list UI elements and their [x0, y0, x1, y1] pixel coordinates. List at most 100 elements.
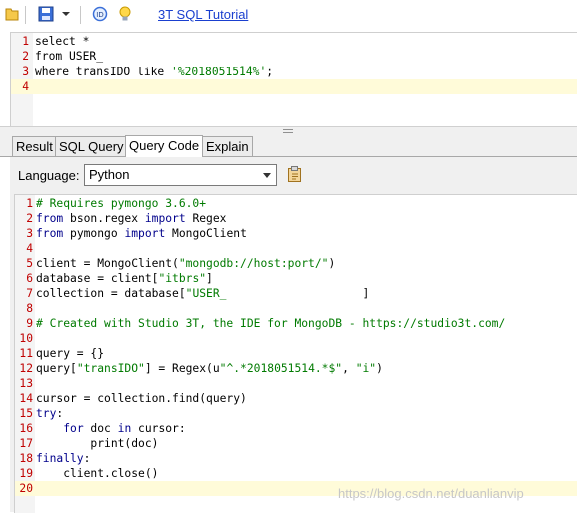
code-line: 8 [15, 301, 577, 316]
code-line: 3 where transIDO like '%2018051514%'; [11, 64, 577, 79]
code-token: from USER_ [35, 50, 104, 63]
language-select[interactable]: Python [84, 164, 277, 186]
line-number: 17 [19, 437, 33, 450]
lightbulb-icon[interactable] [117, 6, 133, 22]
toolbar-separator [80, 6, 81, 24]
code-line: 11 query = {} [15, 346, 577, 361]
line-text: cursor = collection.find(query) [36, 391, 247, 406]
line-number: 2 [26, 212, 33, 225]
line-number: 3 [22, 65, 29, 78]
code-line: 12 query["transIDO"] = Regex(u"^.*2018051… [15, 361, 577, 376]
copy-to-clipboard-icon[interactable] [287, 166, 303, 183]
line-number: 4 [26, 242, 33, 255]
tab-result[interactable]: Result [12, 136, 57, 156]
line-text: print(doc) [36, 436, 158, 451]
sql-tutorial-link[interactable]: 3T SQL Tutorial [158, 7, 248, 22]
code-line: 3 from pymongo import MongoClient [15, 226, 577, 241]
code-token: ] [362, 287, 370, 300]
line-number: 11 [19, 347, 33, 360]
code-token: "transIDO" [76, 362, 145, 375]
code-token: print(doc) [36, 437, 159, 450]
line-text: try: [36, 406, 63, 421]
code-token: "USER_ [185, 287, 227, 300]
line-number: 1 [26, 197, 33, 210]
code-token: "mongodb://host:port/" [178, 257, 329, 270]
code-token: in [117, 422, 132, 435]
code-line: 9 # Created with Studio 3T, the IDE for M… [15, 316, 577, 331]
redaction-blur [230, 284, 360, 298]
chevron-down-icon[interactable] [58, 6, 74, 22]
code-token: collection = database[ [36, 287, 186, 300]
line-number: 10 [19, 332, 33, 345]
code-token: # Created with Studio 3T, the IDE for Mo… [36, 317, 506, 330]
line-text: database = client["itbrs"] [36, 271, 213, 286]
code-line: 1 # Requires pymongo 3.6.0+ [15, 196, 577, 211]
code-token: "^.*2018051514.*$" [219, 362, 343, 375]
code-token: : [56, 407, 64, 420]
code-token: try [36, 407, 57, 420]
code-token: import [124, 227, 166, 240]
code-line: 2 from bson.regex import Regex [15, 211, 577, 226]
code-line: 16 for doc in cursor: [15, 421, 577, 436]
line-number: 14 [19, 392, 33, 405]
splitter-grip[interactable] [283, 129, 293, 133]
tab-sql-query[interactable]: SQL Query [55, 136, 128, 156]
code-token: finally [36, 452, 84, 465]
line-number: 3 [26, 227, 33, 240]
code-token: database = client[ [36, 272, 159, 285]
line-text: select * [35, 34, 89, 49]
save-icon[interactable] [38, 6, 54, 22]
code-token: from [36, 227, 64, 240]
code-line: 13 [15, 376, 577, 391]
code-token: MongoClient [165, 227, 247, 240]
code-line: 10 [15, 331, 577, 346]
line-text: # Requires pymongo 3.6.0+ [36, 196, 206, 211]
code-token: ] [206, 272, 213, 285]
line-text: # Created with Studio 3T, the IDE for Mo… [36, 316, 505, 331]
line-number: 15 [19, 407, 33, 420]
line-text: from bson.regex import Regex [36, 211, 226, 226]
line-number: 6 [26, 272, 33, 285]
redaction-blur [111, 39, 241, 67]
code-token: ) [376, 362, 383, 375]
code-token: import [144, 212, 186, 225]
code-token: ) [328, 257, 336, 270]
code-token: "i" [355, 362, 377, 375]
connect-icon[interactable]: ID [92, 6, 108, 22]
line-number: 4 [22, 80, 29, 93]
watermark-text: https://blog.csdn.net/duanlianvip [338, 486, 524, 501]
code-token: from [36, 212, 64, 225]
tab-query-code[interactable]: Query Code [125, 135, 204, 157]
python-code-editor[interactable]: 1 # Requires pymongo 3.6.0+ 2 from bson.reg… [14, 194, 577, 513]
code-line: 14 cursor = collection.find(query) [15, 391, 577, 406]
line-text: query["transIDO"] = Regex(u"^.*201805151… [36, 361, 383, 376]
code-token: for [63, 422, 84, 435]
code-line: 4 [11, 79, 577, 94]
code-line: 5 client = MongoClient("mongodb://host:po… [15, 256, 577, 271]
code-token: query[ [36, 362, 77, 375]
code-line: 15 try: [15, 406, 577, 421]
code-token: Regex [185, 212, 227, 225]
line-text: finally: [36, 451, 90, 466]
toolbar: ID 3T SQL Tutorial [0, 0, 577, 30]
line-number: 16 [19, 422, 33, 435]
line-number: 13 [19, 377, 33, 390]
line-text: for doc in cursor: [36, 421, 185, 436]
line-number: 5 [26, 257, 33, 270]
code-line: 18 finally: [15, 451, 577, 466]
code-token: ] = Regex(u [144, 362, 220, 375]
open-folder-icon[interactable] [4, 6, 20, 22]
sql-editor[interactable]: 1 select * 2 from USER_ 3 where transIDO like… [10, 32, 577, 130]
line-number: 9 [26, 317, 33, 330]
svg-text:ID: ID [96, 11, 103, 19]
code-line: 17 print(doc) [15, 436, 577, 451]
line-text: client.close() [36, 466, 158, 481]
line-number: 7 [26, 287, 33, 300]
code-line: 2 from USER_ [11, 49, 577, 64]
tab-explain[interactable]: Explain [202, 136, 253, 156]
code-token: pymongo [63, 227, 125, 240]
line-text: query = {} [36, 346, 104, 361]
code-token: ; [266, 65, 274, 78]
code-token: cursor = collection.find(query) [36, 392, 247, 405]
code-token: select * [35, 35, 90, 48]
